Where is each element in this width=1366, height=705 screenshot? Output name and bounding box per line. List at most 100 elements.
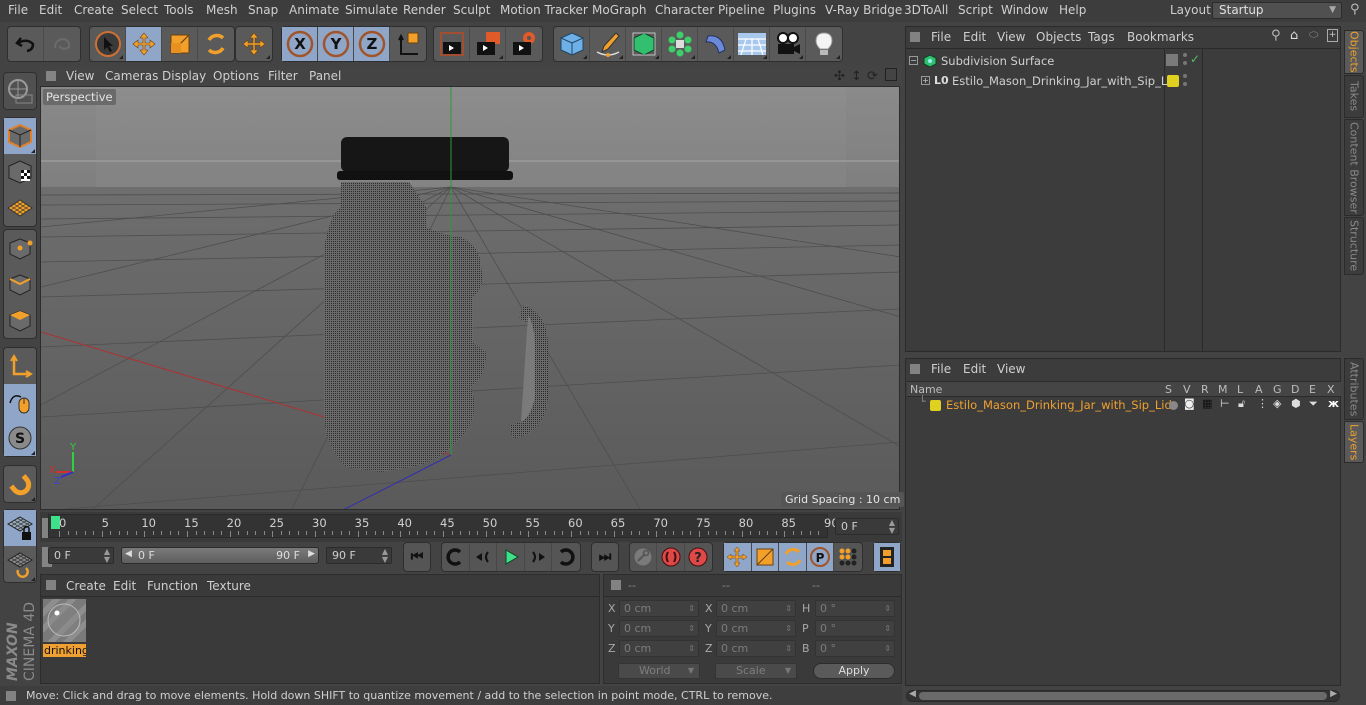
3d-viewport[interactable]: Y X Z xyxy=(40,86,900,510)
render-visibility-dot[interactable] xyxy=(1183,61,1187,65)
column-animation[interactable]: A xyxy=(1255,382,1263,397)
undo-button[interactable] xyxy=(8,27,44,61)
column-generators[interactable]: G xyxy=(1273,382,1282,397)
menu-plugins[interactable]: Plugins xyxy=(773,3,816,17)
live-selection-button[interactable] xyxy=(90,27,126,61)
material-menu-texture[interactable]: Texture xyxy=(207,579,251,593)
column-locked[interactable]: L xyxy=(1237,382,1243,397)
menu-sculpt[interactable]: Sculpt xyxy=(453,3,490,17)
size-mode-dropdown[interactable]: Scale ▼ xyxy=(715,663,797,679)
coordinate-space-dropdown[interactable]: World ▼ xyxy=(618,663,700,679)
horizontal-scrollbar[interactable]: ◀ ▶ xyxy=(906,689,1340,702)
side-tab-takes[interactable]: Takes xyxy=(1344,75,1364,118)
rotate-tool-button[interactable] xyxy=(198,27,234,61)
side-tab-objects[interactable]: Objects xyxy=(1344,30,1364,74)
start-frame-field[interactable]: 0 F ▲ ▼ xyxy=(48,547,114,564)
go-to-end-button[interactable]: ⏭ xyxy=(592,543,618,571)
layer-menu-view[interactable]: View xyxy=(997,362,1025,376)
solo-mode-button[interactable]: S xyxy=(4,420,36,456)
workplane-align-button[interactable] xyxy=(4,546,36,582)
rot-b-field[interactable]: 0 ° ⇕ xyxy=(815,640,895,657)
pos-y-field[interactable]: 0 cm ⇕ xyxy=(619,620,699,637)
layout-dropdown[interactable]: Startup ▼ xyxy=(1212,2,1342,19)
layer-name[interactable]: Estilo_Mason_Drinking_Jar_with_Sip_Lid xyxy=(946,398,1172,412)
menu-vray-bridge[interactable]: V-Ray Bridge xyxy=(825,3,902,17)
points-mode-button[interactable] xyxy=(4,230,36,266)
side-tab-structure[interactable]: Structure xyxy=(1344,217,1364,275)
y-axis-lock-button[interactable]: Y xyxy=(318,27,354,61)
redo-button[interactable] xyxy=(44,27,80,61)
side-tab-attributes[interactable]: Attributes xyxy=(1344,358,1364,420)
rot-h-field[interactable]: 0 ° ⇕ xyxy=(815,600,895,617)
next-key-button[interactable] xyxy=(552,543,580,571)
new-window-icon[interactable]: + xyxy=(1327,29,1338,42)
polygons-mode-button[interactable] xyxy=(4,302,36,338)
pen-button[interactable] xyxy=(590,27,626,61)
scroll-right-icon[interactable]: ▶ xyxy=(1330,689,1337,699)
light-button[interactable] xyxy=(806,27,842,61)
generator-toggle-icon[interactable] xyxy=(1166,54,1178,66)
object-menu-bookmarks[interactable]: Bookmarks xyxy=(1127,30,1194,44)
menu-edit[interactable]: Edit xyxy=(39,3,62,17)
render-settings-button[interactable] xyxy=(506,27,542,61)
column-xref[interactable]: X xyxy=(1327,382,1335,397)
frame-range-slider[interactable]: ◀ 0 F 90 F ▶ xyxy=(121,547,319,564)
material-menu-function[interactable]: Function xyxy=(147,579,198,593)
material-swatch[interactable]: drinking xyxy=(43,599,86,659)
scroll-left-icon[interactable]: ◀ xyxy=(909,689,916,699)
timeline-window-button[interactable] xyxy=(874,543,900,571)
menu-simulate[interactable]: Simulate xyxy=(345,3,398,17)
scale-tool-button[interactable] xyxy=(162,27,198,61)
menu-mesh[interactable]: Mesh xyxy=(206,3,238,17)
keyframe-selection-button[interactable]: ? xyxy=(685,543,712,571)
panel-grip-icon[interactable] xyxy=(46,71,56,81)
size-x-field[interactable]: 0 cm ⇕ xyxy=(716,600,796,617)
camera-button[interactable] xyxy=(770,27,806,61)
panel-grip-icon[interactable] xyxy=(910,364,920,374)
size-z-field[interactable]: 0 cm ⇕ xyxy=(716,640,796,657)
object-row-jar[interactable]: + L0 Estilo_Mason_Drinking_Jar_with_Sip_… xyxy=(906,71,1178,91)
lock-workplane-button[interactable] xyxy=(4,510,36,546)
maximize-view-icon[interactable] xyxy=(885,68,897,81)
layer-color-swatch[interactable] xyxy=(930,400,941,411)
column-name[interactable]: Name xyxy=(910,382,942,397)
floor-button[interactable] xyxy=(734,27,770,61)
column-solo[interactable]: S xyxy=(1165,382,1172,397)
menu-create[interactable]: Create xyxy=(74,3,114,17)
expressions-toggle-icon[interactable]: ⏷ xyxy=(1309,397,1318,411)
menu-character[interactable]: Character xyxy=(655,3,714,17)
collapse-icon[interactable]: − xyxy=(909,56,918,65)
edges-mode-button[interactable] xyxy=(4,266,36,302)
jar-lid[interactable] xyxy=(341,137,509,172)
lock-toggle-icon[interactable]: 🔓︎ xyxy=(1238,397,1245,411)
previous-frame-button[interactable] xyxy=(470,543,498,571)
column-deformers[interactable]: D xyxy=(1291,382,1299,397)
scale-key-button[interactable] xyxy=(751,543,780,571)
menu-3dtoall[interactable]: 3DToAll xyxy=(904,3,948,17)
object-menu-tags[interactable]: Tags xyxy=(1088,30,1115,44)
current-frame-field[interactable]: 0 F ▲ ▼ xyxy=(835,518,899,535)
size-y-field[interactable]: 0 cm ⇕ xyxy=(716,620,796,637)
view-toggle-icon[interactable]: ◙ xyxy=(1184,397,1195,410)
enabled-check-icon[interactable]: ✓ xyxy=(1190,52,1200,66)
solo-toggle-icon[interactable] xyxy=(1169,401,1178,410)
apply-button[interactable]: Apply xyxy=(813,663,895,679)
search-icon[interactable]: ⚲ xyxy=(1271,28,1281,43)
object-name[interactable]: Estilo_Mason_Drinking_Jar_with_Sip_Lid xyxy=(952,71,1178,91)
menu-snap[interactable]: Snap xyxy=(248,3,278,17)
autokey-button[interactable] xyxy=(657,543,685,571)
menu-file[interactable]: File xyxy=(8,3,28,17)
go-to-start-button[interactable]: ⏮ xyxy=(404,543,430,571)
material-menu-create[interactable]: Create xyxy=(66,579,106,593)
menu-tools[interactable]: Tools xyxy=(164,3,194,17)
generators-toggle-icon[interactable]: ◈ xyxy=(1273,397,1281,410)
home-icon[interactable]: ⌂ xyxy=(1290,28,1298,43)
render-picture-viewer-button[interactable] xyxy=(470,27,506,61)
pos-x-field[interactable]: 0 cm ⇕ xyxy=(619,600,699,617)
viewport-menu-panel[interactable]: Panel xyxy=(309,69,341,83)
next-frame-button[interactable] xyxy=(525,543,553,571)
rotate-key-button[interactable] xyxy=(779,543,807,571)
material-menu-edit[interactable]: Edit xyxy=(113,579,136,593)
side-tab-layers[interactable]: Layers xyxy=(1344,421,1364,463)
material-name[interactable]: drinking xyxy=(43,644,86,657)
